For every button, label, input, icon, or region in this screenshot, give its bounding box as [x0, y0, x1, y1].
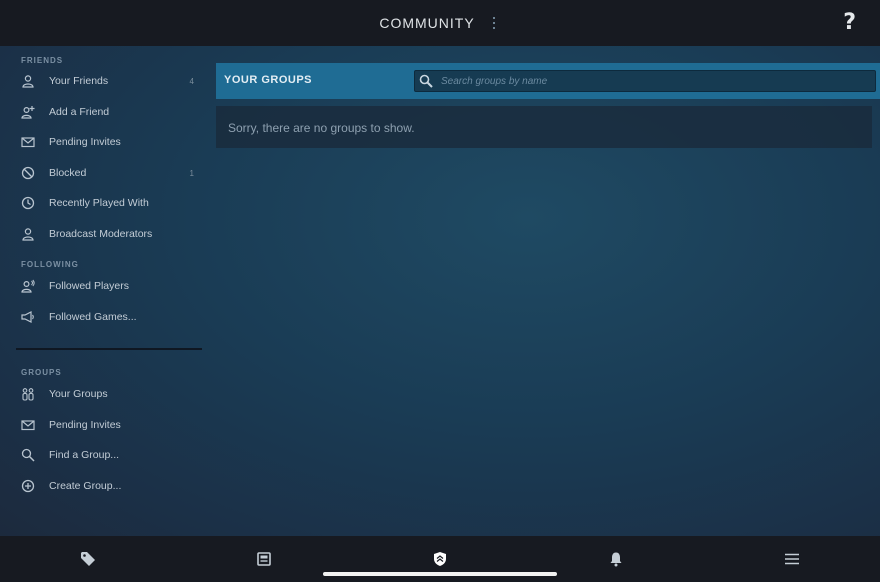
hamburger-icon — [785, 553, 799, 565]
tab-menu[interactable] — [772, 546, 812, 572]
empty-message: Sorry, there are no groups to show. — [228, 121, 415, 135]
bell-icon — [610, 552, 622, 567]
kebab-icon[interactable] — [487, 14, 501, 32]
tag-icon — [81, 552, 95, 566]
library-icon — [257, 552, 271, 566]
megaphone-icon — [20, 309, 36, 325]
person-icon — [20, 226, 36, 242]
followed-person-icon — [20, 278, 36, 294]
sidebar-item-blocked[interactable]: Blocked 1 — [14, 160, 204, 186]
sidebar-divider — [16, 348, 202, 350]
count-badge: 1 — [189, 168, 194, 178]
sidebar-item-followed-players[interactable]: Followed Players — [14, 273, 204, 299]
sidebar-item-create-group[interactable]: Create Group... — [14, 473, 204, 499]
tab-community[interactable] — [420, 546, 460, 572]
sidebar-item-recently-played[interactable]: Recently Played With — [14, 190, 204, 216]
envelope-icon — [20, 417, 36, 433]
sidebar-item-add-friend[interactable]: Add a Friend — [14, 99, 204, 125]
clock-icon — [20, 195, 36, 211]
count-badge: 4 — [189, 76, 194, 86]
sidebar-item-group-pending-invites[interactable]: Pending Invites — [14, 412, 204, 438]
blocked-icon — [20, 165, 36, 181]
sidebar: FRIENDS Your Friends 4 Add a Friend Pend… — [0, 46, 210, 536]
sidebar-item-label: Pending Invites — [49, 419, 121, 431]
sidebar-item-label: Create Group... — [49, 480, 122, 492]
following-heading: FOLLOWING — [21, 260, 79, 269]
sidebar-item-find-group[interactable]: Find a Group... — [14, 442, 204, 468]
add-person-icon — [20, 104, 36, 120]
sidebar-item-label: Pending Invites — [49, 136, 121, 148]
sidebar-item-label: Your Friends — [49, 75, 109, 87]
person-icon — [20, 73, 36, 89]
sidebar-item-label: Followed Players — [49, 280, 129, 292]
envelope-icon — [20, 134, 36, 150]
sidebar-item-your-friends[interactable]: Your Friends 4 — [14, 68, 204, 94]
plus-circle-icon — [20, 478, 36, 494]
shield-icon — [434, 552, 446, 566]
sidebar-item-label: Followed Games... — [49, 311, 137, 323]
home-indicator[interactable] — [323, 572, 557, 576]
sidebar-item-pending-invites[interactable]: Pending Invites — [14, 129, 204, 155]
help-button[interactable]: ? — [843, 10, 856, 35]
sidebar-item-label: Your Groups — [49, 388, 108, 400]
search-icon — [20, 447, 36, 463]
sidebar-item-label: Add a Friend — [49, 106, 110, 118]
friends-heading: FRIENDS — [21, 56, 64, 65]
your-groups-header: YOUR GROUPS — [216, 63, 880, 99]
page-title: COMMUNITY — [379, 15, 475, 31]
sidebar-item-label: Broadcast Moderators — [49, 228, 153, 240]
empty-groups-panel: Sorry, there are no groups to show. — [216, 106, 872, 148]
section-title: YOUR GROUPS — [224, 74, 313, 86]
groups-heading: GROUPS — [21, 368, 62, 377]
search-icon — [419, 74, 433, 88]
tab-library[interactable] — [244, 546, 284, 572]
sidebar-item-label: Find a Group... — [49, 449, 120, 461]
sidebar-item-label: Blocked — [49, 167, 87, 179]
top-bar: COMMUNITY ? — [0, 0, 880, 46]
group-search-input[interactable] — [439, 74, 843, 88]
sidebar-item-label: Recently Played With — [49, 197, 149, 209]
group-search-box[interactable] — [414, 70, 876, 92]
sidebar-item-followed-games[interactable]: Followed Games... — [14, 304, 204, 330]
tab-store[interactable] — [68, 546, 108, 572]
sidebar-item-your-groups[interactable]: Your Groups — [14, 381, 204, 407]
tab-notifications[interactable] — [596, 546, 636, 572]
sidebar-item-broadcast-moderators[interactable]: Broadcast Moderators — [14, 221, 204, 247]
groups-icon — [20, 386, 36, 402]
